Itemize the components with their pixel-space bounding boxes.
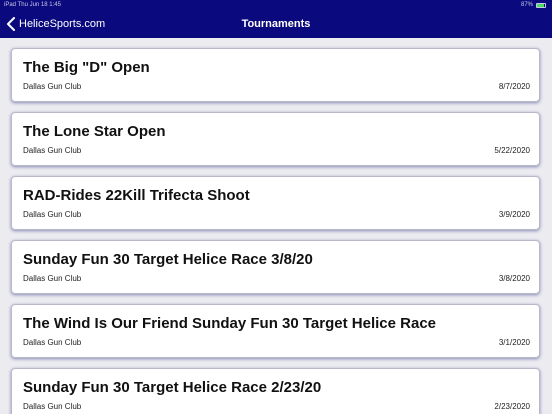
battery-icon	[536, 2, 546, 8]
tournament-date: 5/22/2020	[494, 146, 530, 155]
tournament-card[interactable]: The Lone Star Open Dallas Gun Club 5/22/…	[11, 112, 540, 166]
status-bar: iPad Thu Jun 18 1:45 87%	[0, 0, 552, 10]
status-indicators: 87%	[521, 0, 546, 10]
tournament-date: 3/9/2020	[498, 210, 530, 219]
tournament-date: 3/8/2020	[498, 274, 530, 283]
tournament-card[interactable]: The Big "D" Open Dallas Gun Club 8/7/202…	[11, 48, 540, 102]
tournament-club: Dallas Gun Club	[23, 338, 82, 347]
tournament-card[interactable]: Sunday Fun 30 Target Helice Race 2/23/20…	[11, 368, 540, 414]
tournament-card[interactable]: The Wind Is Our Friend Sunday Fun 30 Tar…	[11, 304, 540, 358]
tournament-club: Dallas Gun Club	[23, 82, 82, 91]
tournament-club: Dallas Gun Club	[23, 146, 82, 155]
page-title: Tournaments	[241, 18, 311, 30]
tournament-title: Sunday Fun 30 Target Helice Race 3/8/20	[23, 251, 313, 268]
tournament-title: The Big "D" Open	[23, 59, 150, 76]
tournament-title: RAD-Rides 22Kill Trifecta Shoot	[23, 187, 250, 204]
tournament-club: Dallas Gun Club	[23, 274, 82, 283]
battery-percent: 87%	[520, 2, 533, 8]
tournament-card[interactable]: RAD-Rides 22Kill Trifecta Shoot Dallas G…	[11, 176, 540, 230]
battery-fill	[537, 3, 544, 7]
tournament-list[interactable]: The Big "D" Open Dallas Gun Club 8/7/202…	[0, 38, 552, 414]
tournament-title: The Lone Star Open	[23, 123, 166, 140]
navigation-bar: HeliceSports.com Tournaments	[0, 10, 552, 38]
tournament-club: Dallas Gun Club	[23, 402, 82, 411]
tournament-title: The Wind Is Our Friend Sunday Fun 30 Tar…	[23, 315, 437, 332]
tournament-date: 3/1/2020	[498, 338, 530, 347]
tournament-club: Dallas Gun Club	[23, 210, 82, 219]
tournament-title: Sunday Fun 30 Target Helice Race 2/23/20	[23, 379, 322, 396]
tournament-date: 8/7/2020	[498, 82, 530, 91]
status-time: iPad Thu Jun 18 1:45	[4, 2, 61, 8]
tournament-date: 2/23/2020	[494, 402, 530, 411]
tournament-card[interactable]: Sunday Fun 30 Target Helice Race 3/8/20 …	[11, 240, 540, 294]
